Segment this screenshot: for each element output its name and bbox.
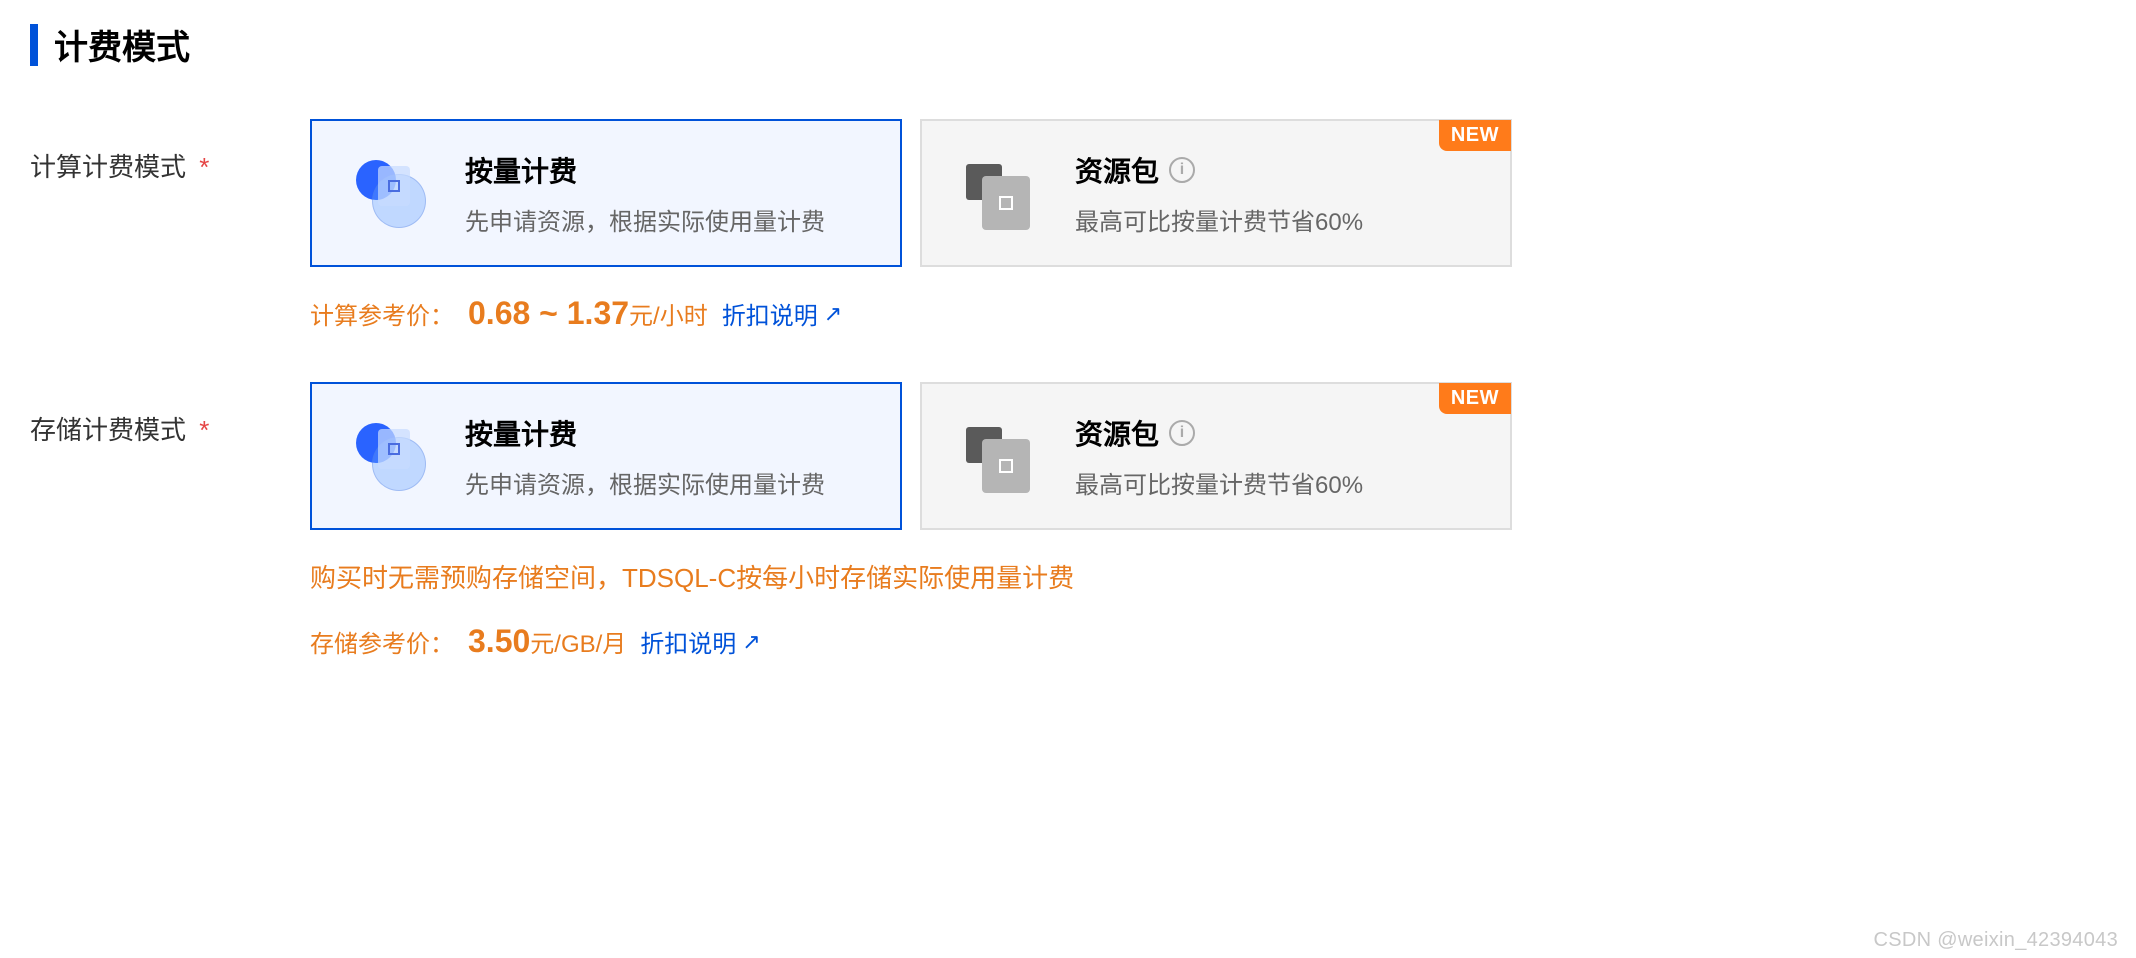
link-text: 折扣说明 (722, 296, 818, 331)
pay-as-you-go-icon (352, 156, 427, 231)
resource-pack-icon (962, 156, 1037, 231)
accent-bar (30, 24, 38, 66)
card-title: 资源包 (1075, 413, 1159, 453)
compute-billing-label: 计算计费模式 * (30, 119, 310, 184)
watermark: CSDN @weixin_42394043 (1873, 929, 2118, 952)
storage-billing-body: 按量计费 先申请资源，根据实际使用量计费 NEW 资源包 i 最高可比按量计费节… (310, 382, 2106, 660)
price-unit: 元/小时 (629, 303, 708, 330)
storage-billing-row: 存储计费模式 * 按量计费 先申请资源，根据实际使用量计费 NEW (30, 382, 2106, 660)
label-text: 计算计费模式 (30, 152, 186, 182)
compute-option-resource-pack[interactable]: NEW 资源包 i 最高可比按量计费节省60% (920, 119, 1512, 267)
pay-as-you-go-icon (352, 419, 427, 494)
price-unit: 元/GB/月 (530, 631, 626, 658)
required-star: * (199, 152, 209, 182)
new-badge: NEW (1439, 383, 1511, 414)
card-title: 按量计费 (465, 150, 870, 190)
info-icon[interactable]: i (1169, 157, 1195, 183)
compute-price-line: 计算参考价： 0.68 ~ 1.37元/小时 折扣说明 ↗ (310, 295, 2106, 332)
new-badge: NEW (1439, 120, 1511, 151)
storage-price-line: 存储参考价： 3.50元/GB/月 折扣说明 ↗ (310, 623, 2106, 660)
section-title: 计费模式 (54, 20, 190, 69)
storage-option-pay-as-you-go[interactable]: 按量计费 先申请资源，根据实际使用量计费 (310, 382, 902, 530)
storage-note: 购买时无需预购存储空间，TDSQL-C按每小时存储实际使用量计费 (310, 558, 2106, 595)
compute-card-group: 按量计费 先申请资源，根据实际使用量计费 NEW 资源包 i 最高可比按量计费节… (310, 119, 2106, 267)
discount-link[interactable]: 折扣说明 ↗ (722, 296, 842, 331)
storage-option-resource-pack[interactable]: NEW 资源包 i 最高可比按量计费节省60% (920, 382, 1512, 530)
link-text: 折扣说明 (640, 624, 736, 659)
card-desc: 最高可比按量计费节省60% (1075, 465, 1480, 500)
compute-billing-row: 计算计费模式 * 按量计费 先申请资源，根据实际使用量计费 NEW (30, 119, 2106, 332)
discount-link[interactable]: 折扣说明 ↗ (640, 624, 760, 659)
compute-option-pay-as-you-go[interactable]: 按量计费 先申请资源，根据实际使用量计费 (310, 119, 902, 267)
price-label: 计算参考价： (310, 296, 454, 331)
card-title: 按量计费 (465, 413, 870, 453)
card-desc: 先申请资源，根据实际使用量计费 (465, 202, 870, 237)
label-text: 存储计费模式 (30, 415, 186, 445)
section-header: 计费模式 (30, 20, 2106, 69)
card-desc: 最高可比按量计费节省60% (1075, 202, 1480, 237)
price-value: 0.68 ~ 1.37 (468, 295, 629, 331)
info-icon[interactable]: i (1169, 420, 1195, 446)
storage-billing-label: 存储计费模式 * (30, 382, 310, 447)
external-link-icon: ↗ (742, 629, 760, 655)
compute-billing-body: 按量计费 先申请资源，根据实际使用量计费 NEW 资源包 i 最高可比按量计费节… (310, 119, 2106, 332)
resource-pack-icon (962, 419, 1037, 494)
storage-card-group: 按量计费 先申请资源，根据实际使用量计费 NEW 资源包 i 最高可比按量计费节… (310, 382, 2106, 530)
card-title: 资源包 (1075, 150, 1159, 190)
price-value: 3.50 (468, 623, 530, 659)
required-star: * (199, 415, 209, 445)
external-link-icon: ↗ (824, 301, 842, 327)
price-label: 存储参考价： (310, 624, 454, 659)
card-desc: 先申请资源，根据实际使用量计费 (465, 465, 870, 500)
